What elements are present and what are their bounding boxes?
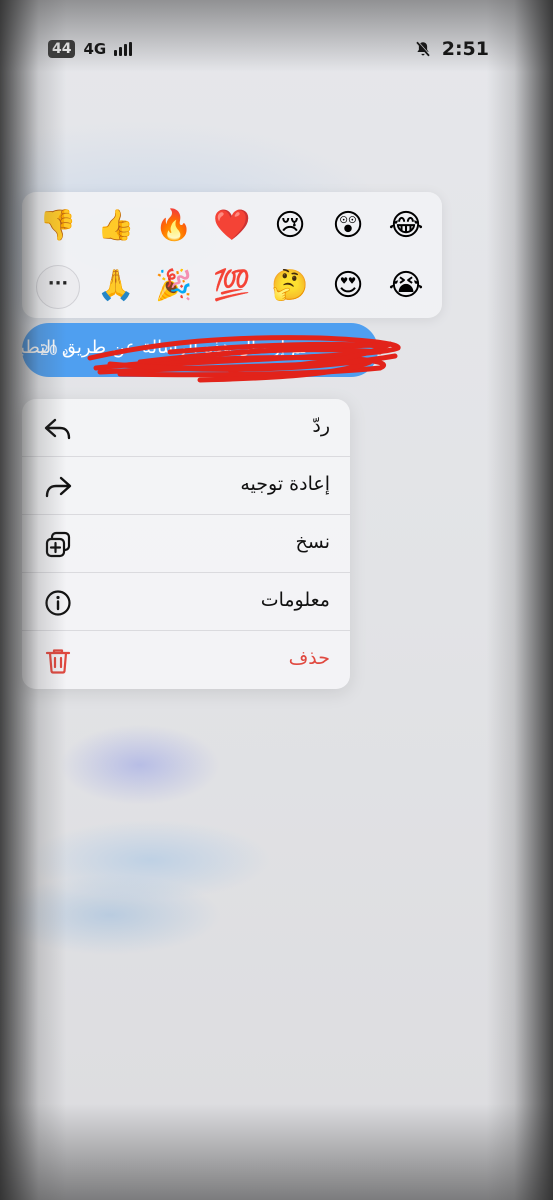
reaction-fire[interactable]: 🔥 xyxy=(152,204,196,248)
copy-icon xyxy=(45,531,71,558)
menu-item-info[interactable]: معلومات xyxy=(22,573,350,631)
menu-item-label: معلومات xyxy=(260,589,330,611)
reaction-crying[interactable]: 😢 xyxy=(268,204,312,248)
status-bar: 44 4G 2:51 xyxy=(0,36,553,66)
reaction-sobbing[interactable]: 😭 xyxy=(384,264,428,308)
screen: 44 4G 2:51 👎 👍 🔥 ❤️ 😢 😲 😂 ··· 🙏 🎉 💯 🤔 😍 … xyxy=(0,0,553,1200)
bell-muted-icon xyxy=(416,41,431,57)
menu-item-label: حذف xyxy=(288,647,330,669)
clock: 2:51 xyxy=(441,38,489,60)
menu-item-delete[interactable]: حذف xyxy=(22,631,350,689)
battery-badge: 44 xyxy=(48,40,76,58)
network-type: 4G xyxy=(83,40,107,58)
trash-icon xyxy=(45,649,71,674)
reaction-picker: 👎 👍 🔥 ❤️ 😢 😲 😂 ··· 🙏 🎉 💯 🤔 😍 😭 xyxy=(22,192,442,318)
reaction-heart[interactable]: ❤️ xyxy=(210,204,254,248)
reaction-hundred[interactable]: 💯 xyxy=(210,264,254,308)
status-right: 2:51 xyxy=(414,38,489,60)
menu-item-label: إعادة توجيه xyxy=(240,473,330,495)
info-icon xyxy=(45,590,71,616)
menu-item-label: نسخ xyxy=(295,531,330,553)
reaction-party[interactable]: 🎉 xyxy=(152,264,196,308)
reaction-laughing[interactable]: 😂 xyxy=(384,204,428,248)
menu-item-reply[interactable]: ردّ xyxy=(22,399,350,457)
reaction-thinking[interactable]: 🤔 xyxy=(268,264,312,308)
more-reactions-button[interactable]: ··· xyxy=(36,265,80,309)
reaction-thumbs-down[interactable]: 👎 xyxy=(36,204,80,248)
signal-bars-icon xyxy=(114,42,133,56)
reply-icon xyxy=(44,418,71,440)
reaction-thumbs-up[interactable]: 👍 xyxy=(94,204,138,248)
menu-item-copy[interactable]: نسخ xyxy=(22,515,350,573)
reaction-heart-eyes[interactable]: 😍 xyxy=(326,264,370,308)
forward-icon xyxy=(45,476,72,498)
menu-item-forward[interactable]: إعادة توجيه xyxy=(22,457,350,515)
reaction-astonished[interactable]: 😲 xyxy=(326,204,370,248)
redaction-scribble xyxy=(87,335,401,383)
menu-item-label: ردّ xyxy=(312,415,330,437)
context-menu: ردّ إعادة توجيه نسخ معلومات حذف xyxy=(22,399,350,689)
status-left: 44 4G xyxy=(48,40,133,58)
reaction-pray[interactable]: 🙏 xyxy=(94,264,138,308)
